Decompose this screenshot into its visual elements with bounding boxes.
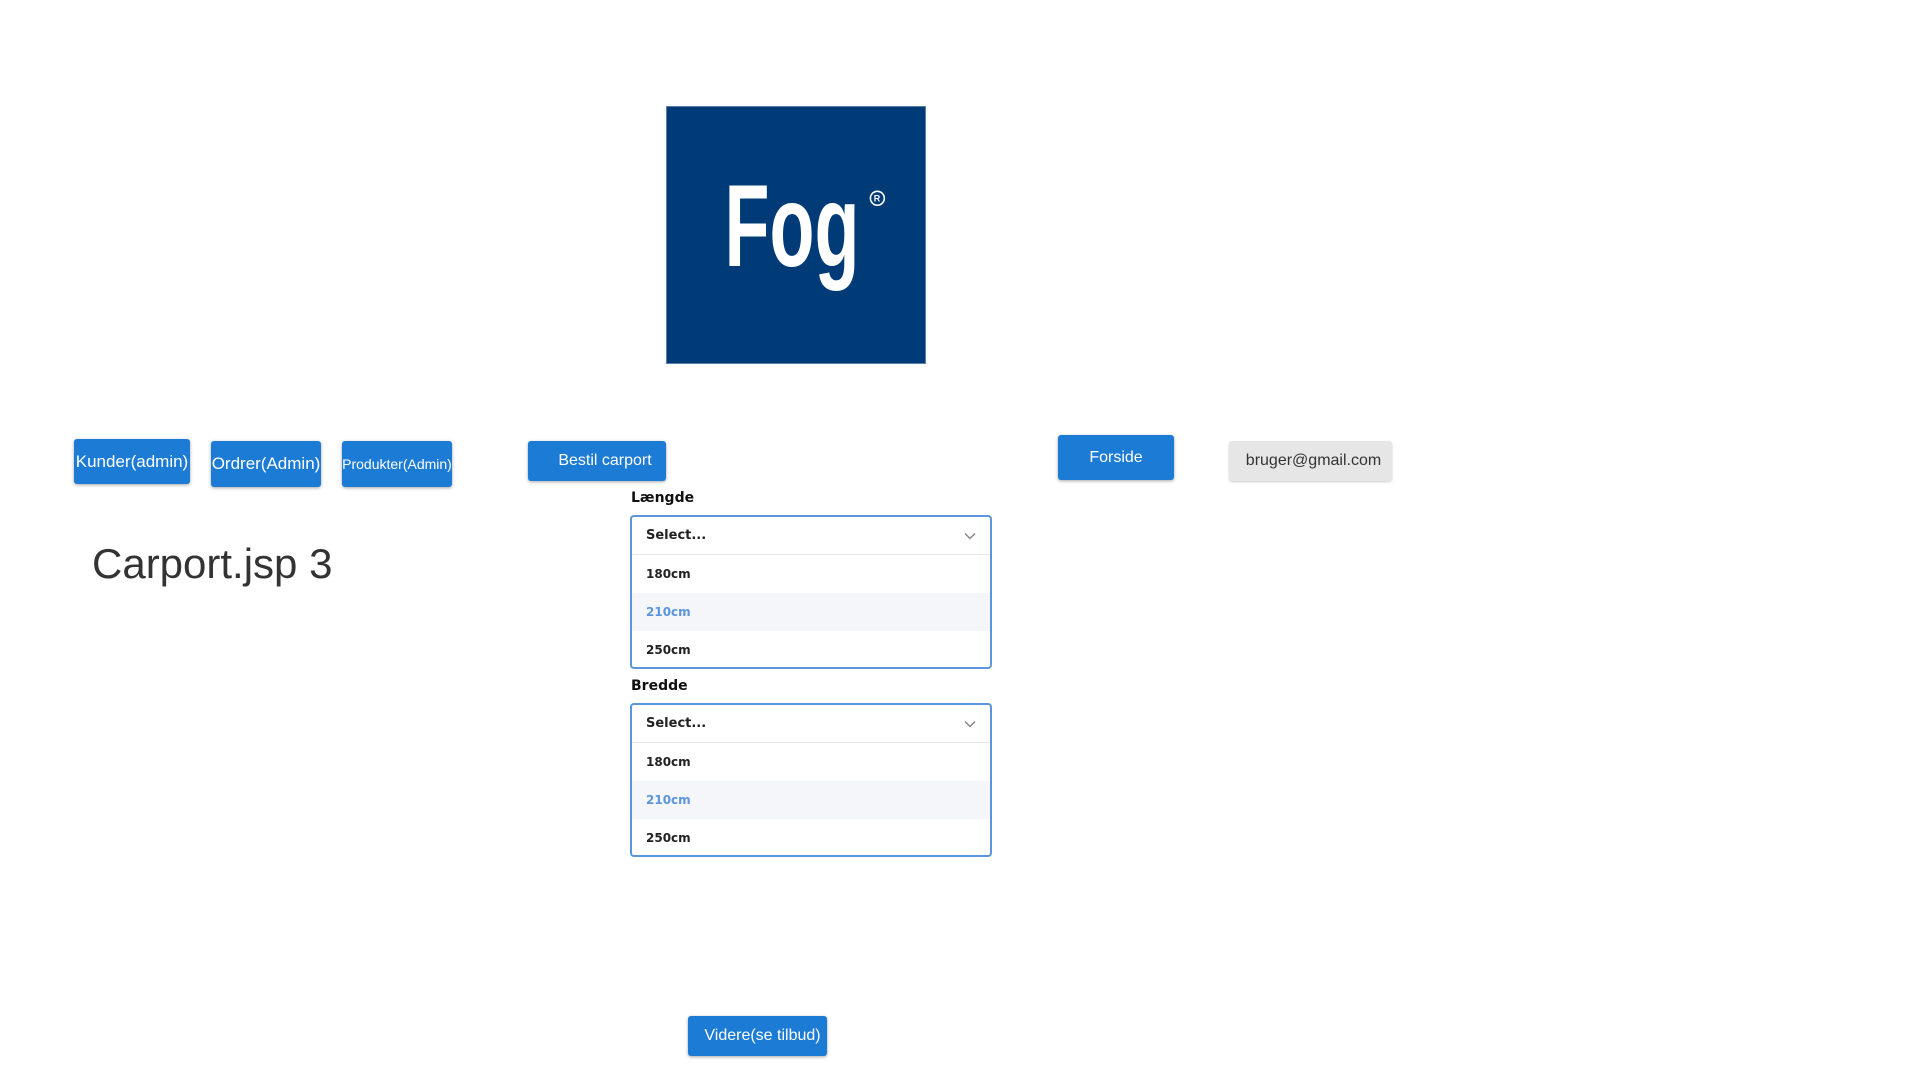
length-option[interactable]: 210cm: [632, 593, 990, 631]
forside-button[interactable]: Forside: [1058, 435, 1174, 480]
length-label: Længde: [631, 490, 695, 506]
length-option[interactable]: 180cm: [632, 555, 990, 593]
logo-text: Fog: [725, 160, 860, 291]
width-select[interactable]: Select... 180cm 210cm 250cm: [630, 703, 992, 857]
length-select[interactable]: Select... 180cm 210cm 250cm: [630, 515, 992, 669]
width-option[interactable]: 250cm: [632, 819, 990, 855]
bestil-carport-button[interactable]: Bestil carport: [528, 441, 666, 481]
width-select-control[interactable]: Select...: [632, 705, 990, 743]
videre-se-tilbud-button[interactable]: Videre(se tilbud): [688, 1016, 827, 1056]
page-title: Carport.jsp 3: [92, 540, 333, 587]
width-option[interactable]: 210cm: [632, 781, 990, 819]
chevron-down-icon: [962, 528, 978, 544]
user-email-button[interactable]: bruger@gmail.com: [1229, 441, 1392, 481]
fog-logo: Fog R: [666, 106, 926, 364]
width-label: Bredde: [631, 678, 688, 694]
length-select-value: Select...: [646, 528, 707, 543]
ordrer-admin-button[interactable]: Ordrer(Admin): [211, 441, 321, 487]
produkter-admin-button[interactable]: Produkter(Admin): [342, 441, 452, 487]
width-select-value: Select...: [646, 716, 707, 731]
length-select-control[interactable]: Select...: [632, 517, 990, 555]
width-option[interactable]: 180cm: [632, 743, 990, 781]
svg-text:R: R: [874, 194, 881, 204]
length-option[interactable]: 250cm: [632, 631, 990, 667]
kunder-admin-button[interactable]: Kunder(admin): [74, 439, 190, 484]
fog-logo-mark: Fog R: [725, 160, 886, 291]
chevron-down-icon: [962, 716, 978, 732]
